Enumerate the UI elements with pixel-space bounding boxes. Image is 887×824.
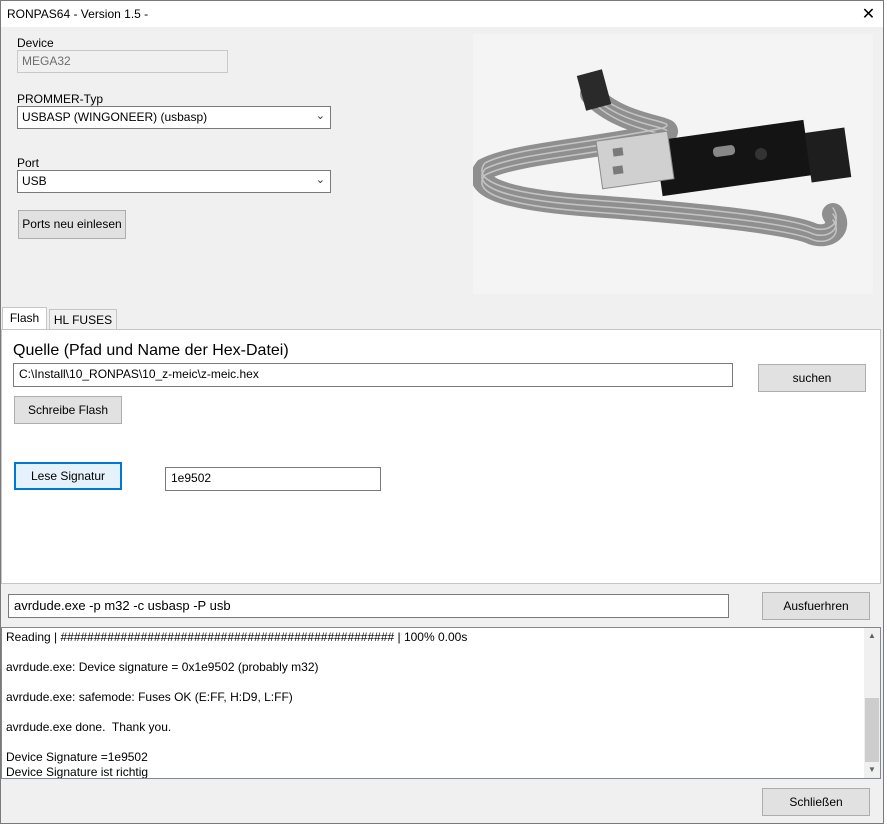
log-line: Device Signature ist richtig xyxy=(6,765,149,779)
title-bar: RONPAS64 - Version 1.5 - ✕ xyxy=(1,1,883,27)
programmer-image xyxy=(471,34,873,294)
prommer-select[interactable]: USBASP (WINGONEER) (usbasp) ⌄ xyxy=(17,106,331,129)
log-scrollbar[interactable]: ▲ ▼ xyxy=(864,628,880,778)
reload-ports-button[interactable]: Ports neu einlesen xyxy=(18,210,126,239)
window-title: RONPAS64 - Version 1.5 - xyxy=(7,7,149,21)
source-label: Quelle (Pfad und Name der Hex-Datei) xyxy=(13,342,289,359)
search-button[interactable]: suchen xyxy=(758,364,866,392)
chevron-down-icon: ⌄ xyxy=(315,174,325,186)
log-line: avrdude.exe done. Thank you. xyxy=(6,720,172,734)
tab-hl-fuses[interactable]: HL FUSES xyxy=(49,309,117,329)
prommer-selected-value: USBASP (WINGONEER) (usbasp) xyxy=(22,110,208,124)
log-line: Reading | ##############################… xyxy=(6,630,468,644)
scroll-up-icon[interactable]: ▲ xyxy=(864,628,880,644)
execute-button[interactable]: Ausfuerhren xyxy=(762,592,870,620)
port-selected-value: USB xyxy=(22,174,47,188)
scroll-down-icon[interactable]: ▼ xyxy=(864,762,880,778)
port-label: Port xyxy=(17,156,40,170)
device-field: MEGA32 xyxy=(17,50,228,73)
log-output[interactable]: Reading | ##############################… xyxy=(1,627,881,779)
write-flash-button[interactable]: Schreibe Flash xyxy=(14,396,122,424)
close-icon[interactable]: ✕ xyxy=(853,2,884,28)
read-signature-button[interactable]: Lese Signatur xyxy=(14,462,122,490)
command-input[interactable]: avrdude.exe -p m32 -c usbasp -P usb xyxy=(8,594,729,618)
prommer-label: PROMMER-Typ xyxy=(17,92,104,106)
device-label: Device xyxy=(17,36,54,50)
hex-path-input[interactable]: C:\Install\10_RONPAS\10_z-meic\z-meic.he… xyxy=(13,363,733,387)
port-select[interactable]: USB ⌄ xyxy=(17,170,331,193)
signature-field[interactable]: 1e9502 xyxy=(165,467,381,491)
log-line: avrdude.exe: safemode: Fuses OK (E:FF, H… xyxy=(6,690,293,704)
tab-flash[interactable]: Flash xyxy=(2,307,47,330)
scroll-thumb[interactable] xyxy=(865,698,879,762)
chevron-down-icon: ⌄ xyxy=(315,110,325,122)
close-button[interactable]: Schließen xyxy=(762,788,870,816)
log-line: Device Signature =1e9502 xyxy=(6,750,148,764)
log-line: avrdude.exe: Device signature = 0x1e9502… xyxy=(6,660,319,674)
